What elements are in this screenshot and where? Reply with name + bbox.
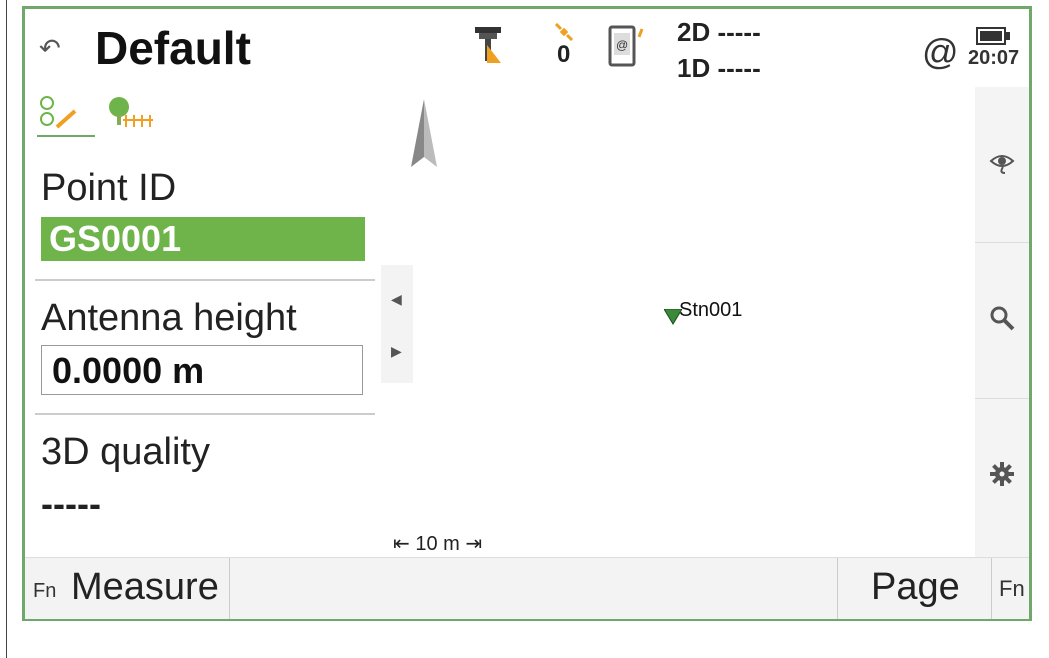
divider <box>35 413 375 415</box>
scale-right-icon: ⇥ <box>465 533 483 555</box>
quality-3d-label: 3D quality <box>41 431 210 473</box>
battery-status: 20:07 <box>968 23 1024 73</box>
title-bar: ↶ Default 0 @ 2D ----- 1D ----- @ 20:07 <box>25 9 1029 87</box>
quality-3d-value: ----- <box>41 483 101 524</box>
antenna-icon[interactable] <box>473 25 503 65</box>
active-tab-indicator <box>37 135 95 137</box>
back-icon[interactable]: ↶ <box>39 33 61 64</box>
pan-left-icon[interactable]: ◀ <box>391 291 402 308</box>
point-id-label: Point ID <box>41 167 177 209</box>
gear-icon <box>990 462 1014 486</box>
satellite-icon <box>555 23 573 41</box>
station-label: Stn001 <box>679 299 743 321</box>
softkey-bar: Fn Measure Page Fn <box>25 557 1029 619</box>
measure-button[interactable]: Measure <box>71 566 219 609</box>
fn-left-key[interactable]: Fn <box>33 580 56 603</box>
battery-icon <box>976 27 1006 45</box>
quality-2d: 2D ----- <box>677 17 761 47</box>
scale-bar: ⇤ 10 m ⇥ <box>393 531 482 556</box>
clock: 20:07 <box>968 47 1020 69</box>
search-icon <box>990 306 1015 331</box>
device-icon[interactable]: @ <box>608 25 650 69</box>
map-view[interactable]: ◀ ▶ Stn001 ⇤ 10 m ⇥ <box>381 87 975 557</box>
scale-label: 10 m <box>415 533 460 555</box>
pan-right-icon[interactable]: ▶ <box>391 343 402 360</box>
zoom-button[interactable] <box>975 243 1029 399</box>
satellite-count: 0 <box>557 41 571 68</box>
device-screen: ↶ Default 0 @ 2D ----- 1D ----- @ 20:07 … <box>22 6 1032 621</box>
survey-points-icon[interactable] <box>40 96 77 129</box>
point-id-field[interactable]: GS0001 <box>41 217 365 261</box>
fn-right-key[interactable]: Fn <box>999 576 1025 602</box>
eye-icon <box>989 155 1015 174</box>
outer-border-line <box>6 0 7 658</box>
connection-at-icon[interactable]: @ <box>922 31 959 73</box>
quality-1d: 1D ----- <box>677 53 761 83</box>
divider <box>229 558 230 619</box>
page-button[interactable]: Page <box>871 566 960 609</box>
antenna-height-label: Antenna height <box>41 297 297 339</box>
map-pan-buttons: ◀ ▶ <box>381 265 413 383</box>
svg-text:@: @ <box>616 38 628 52</box>
tree-fence-icon[interactable] <box>109 97 153 127</box>
form-panel: Point ID GS0001 Antenna height 0.0000 m … <box>25 87 381 557</box>
map-toolbar <box>975 87 1029 557</box>
antenna-height-field[interactable]: 0.0000 m <box>41 345 363 395</box>
north-arrow-icon <box>411 99 437 167</box>
page-title: Default <box>95 22 251 74</box>
settings-button[interactable] <box>975 399 1029 555</box>
divider <box>991 558 992 619</box>
divider <box>35 279 375 281</box>
satellite-status[interactable]: 0 <box>555 23 575 71</box>
divider <box>837 558 838 619</box>
view-button[interactable] <box>975 87 1029 243</box>
scale-left-icon: ⇤ <box>393 533 410 555</box>
mode-icons <box>40 96 153 129</box>
